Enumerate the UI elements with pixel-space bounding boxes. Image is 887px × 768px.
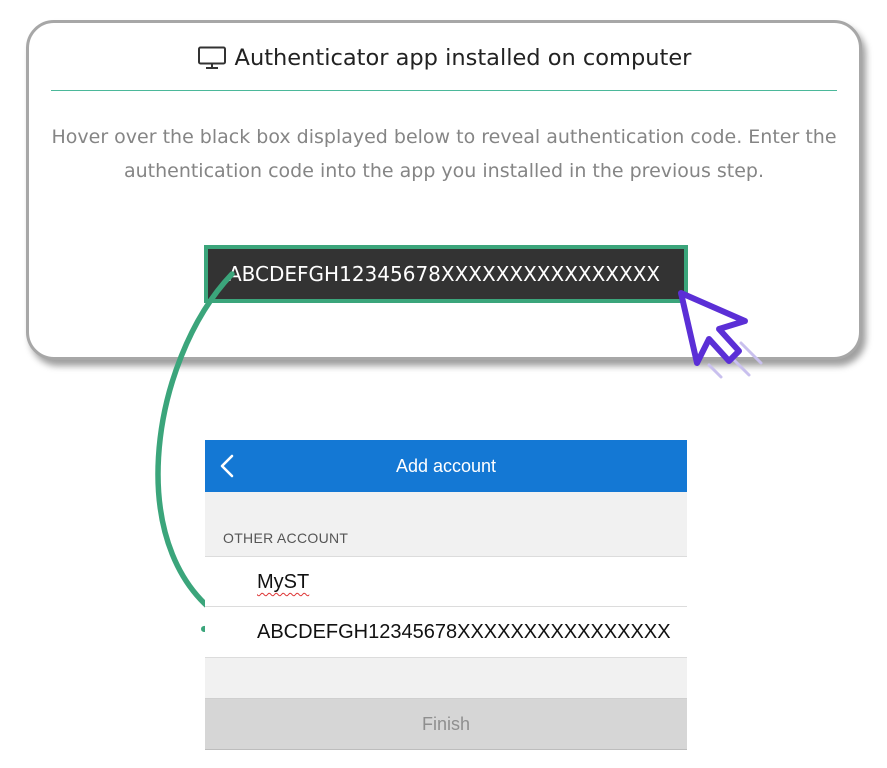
- mouse-cursor-icon: [667, 281, 767, 386]
- account-name-value: MyST: [257, 571, 310, 593]
- finish-button[interactable]: Finish: [205, 698, 687, 750]
- secret-key-value: ABCDEFGH12345678XXXXXXXXXXXXXXXX: [257, 621, 671, 643]
- section-label: OTHER ACCOUNT: [223, 530, 349, 546]
- title-divider: [51, 90, 837, 91]
- authentication-code: ABCDEFGH12345678XXXXXXXXXXXXXXXX: [228, 262, 661, 286]
- card-description: Hover over the black box displayed below…: [51, 126, 837, 182]
- secret-key-field[interactable]: ABCDEFGH12345678XXXXXXXXXXXXXXXX: [205, 606, 687, 658]
- instruction-card: Authenticator app installed on computer …: [26, 20, 862, 379]
- monitor-icon: [197, 46, 227, 76]
- header-title: Add account: [395, 456, 497, 476]
- account-name-field[interactable]: MyST: [205, 556, 687, 607]
- authentication-code-box[interactable]: ABCDEFGH12345678XXXXXXXXXXXXXXXX: [204, 245, 688, 303]
- card-title: Authenticator app installed on computer: [29, 45, 859, 76]
- app-header: Add account: [205, 440, 687, 492]
- card-title-text: Authenticator app installed on computer: [234, 45, 692, 71]
- add-account-screen: Add account OTHER ACCOUNT MyST ABCDEFGH1…: [205, 440, 687, 750]
